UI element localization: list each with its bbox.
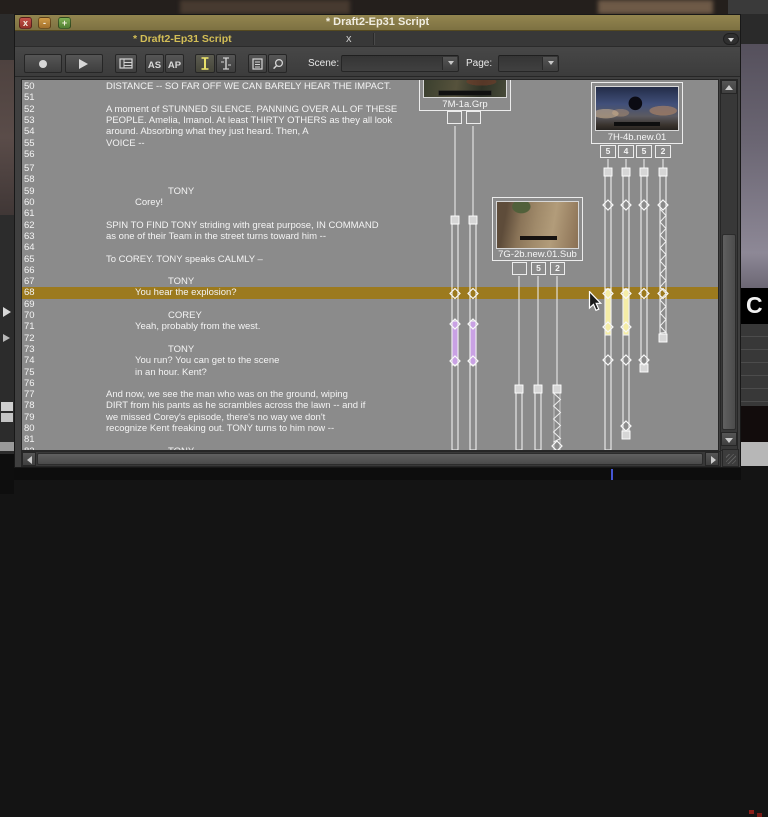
- red-indicator: [749, 810, 754, 814]
- window-titlebar[interactable]: x - + * Draft2-Ep31 Script: [15, 15, 740, 31]
- list-icon: [252, 58, 263, 70]
- page-label: Page:: [466, 58, 492, 69]
- window-title: * Draft2-Ep31 Script: [15, 16, 740, 28]
- slate-thumbnail[interactable]: [496, 201, 579, 249]
- red-indicator: [757, 813, 762, 817]
- take-tab[interactable]: 2: [655, 145, 671, 158]
- sync-text-icon: [220, 57, 232, 70]
- play-icon: [3, 307, 11, 317]
- mouse-cursor: [587, 291, 603, 313]
- horizontal-scrollbar-thumb[interactable]: [37, 453, 703, 465]
- slate-7m[interactable]: 7M-1a.Grp: [419, 79, 511, 111]
- frames-icon: [119, 58, 133, 69]
- scroll-down-button[interactable]: [721, 432, 737, 446]
- record-icon: [39, 60, 47, 68]
- chevron-down-icon: [548, 61, 554, 65]
- show-frames-button[interactable]: [115, 54, 137, 73]
- background-right-strip: C: [741, 14, 768, 480]
- background-photo-sliver: [0, 60, 14, 215]
- take-tab[interactable]: 5: [636, 145, 652, 158]
- burn-in-timecode: [520, 236, 557, 240]
- take-tab[interactable]: [466, 111, 481, 124]
- scroll-left-button[interactable]: [22, 452, 36, 466]
- scroll-up-button[interactable]: [721, 80, 737, 94]
- background-overlay-label: C: [741, 288, 768, 324]
- burn-in-timecode: [439, 91, 491, 95]
- take-tab[interactable]: 2: [550, 262, 565, 275]
- background-photo-sliver: [741, 44, 768, 290]
- tab-bar: * Draft2-Ep31 Script x: [15, 31, 740, 47]
- script-viewport[interactable]: 50DISTANCE -- SO FAR OFF WE CAN BARELY H…: [21, 79, 719, 451]
- background-left-strip: [0, 14, 14, 480]
- toolbar: AS AP: [15, 47, 740, 77]
- all-scenes-button[interactable]: AS: [145, 54, 164, 73]
- grip-lines: [726, 454, 736, 464]
- background-blur-patch: [728, 0, 768, 14]
- page-dropdown[interactable]: [498, 55, 559, 72]
- play-icon: [79, 59, 88, 69]
- background-bar-sliver: [0, 442, 14, 451]
- text-edit-button[interactable]: [195, 54, 215, 73]
- background-top-strip: [0, 0, 768, 14]
- slate-label: 7M-1a.Grp: [420, 99, 510, 110]
- window-resize-grip[interactable]: [722, 449, 739, 467]
- slate-label: 7H-4b.new.01: [592, 132, 682, 143]
- slate-7h[interactable]: 7H-4b.new.01: [591, 82, 683, 144]
- background-light-band: [741, 442, 768, 466]
- take-tab[interactable]: [512, 262, 527, 275]
- background-blur-patch: [180, 0, 350, 14]
- take-tab[interactable]: 5: [531, 262, 546, 275]
- script-window: x - + * Draft2-Ep31 Script * Draft2-Ep31…: [14, 14, 741, 468]
- tab-close-icon[interactable]: x: [346, 33, 352, 45]
- background-button-sliver: [1, 402, 13, 411]
- arrow-down-icon: [725, 438, 733, 443]
- search-icon: [272, 58, 284, 70]
- arrow-left-icon: [27, 456, 32, 464]
- chevron-down-icon: [448, 61, 454, 65]
- play-icon: [3, 334, 10, 342]
- blue-position-line: [611, 469, 613, 480]
- tab-divider: [373, 33, 375, 45]
- tab-script[interactable]: * Draft2-Ep31 Script: [133, 33, 232, 45]
- slate-thumbnail[interactable]: [423, 79, 507, 98]
- vertical-scrollbar-thumb[interactable]: [722, 234, 736, 430]
- burn-in-timecode: [614, 122, 660, 126]
- find-button[interactable]: [268, 54, 287, 73]
- scroll-right-button[interactable]: [705, 452, 719, 466]
- arrow-right-icon: [711, 456, 716, 464]
- background-dark-sliver: [741, 466, 768, 494]
- take-tab[interactable]: [447, 111, 462, 124]
- background-meter-sliver: [741, 406, 768, 442]
- take-tab[interactable]: 5: [600, 145, 616, 158]
- scene-label: Scene:: [308, 58, 339, 69]
- chevron-down-icon: [728, 38, 734, 42]
- script-list-button[interactable]: [248, 54, 267, 73]
- sync-mode-button[interactable]: [216, 54, 236, 73]
- all-pages-button[interactable]: AP: [165, 54, 184, 73]
- take-tab[interactable]: 4: [618, 145, 634, 158]
- background-blur-patch: [598, 0, 713, 14]
- record-button[interactable]: [24, 54, 62, 73]
- slate-label: 7G-2b.new.01.Sub: [493, 249, 582, 260]
- slate-thumbnail[interactable]: [595, 86, 679, 131]
- arrow-up-icon: [725, 85, 733, 90]
- play-button[interactable]: [65, 54, 103, 73]
- slate-7g[interactable]: 7G-2b.new.01.Sub: [492, 197, 583, 261]
- ibeam-cursor-icon: [200, 57, 210, 70]
- background-button-sliver: [1, 413, 13, 422]
- scene-dropdown[interactable]: [341, 55, 459, 72]
- background-timeline-sliver: [741, 324, 768, 406]
- background-dark-sliver: [0, 454, 14, 494]
- tab-menu-button[interactable]: [723, 33, 739, 45]
- background-bottom-strip: [14, 468, 741, 480]
